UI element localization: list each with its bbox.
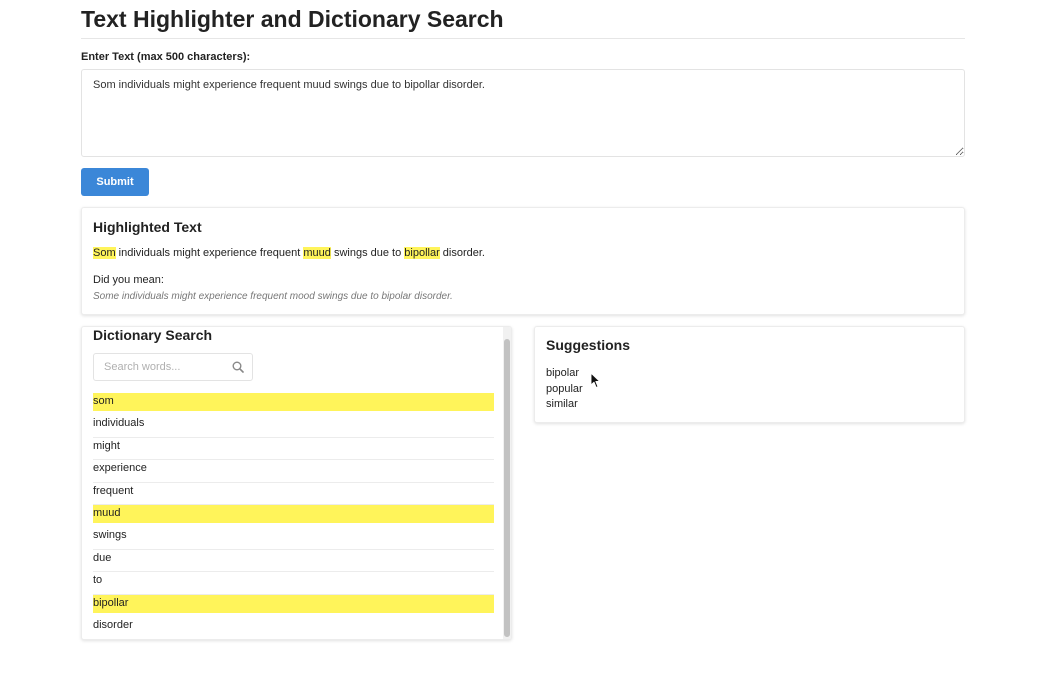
corrected-suggestion-text[interactable]: Some individuals might experience freque… <box>93 291 453 302</box>
mouse-pointer-icon <box>590 372 601 388</box>
title-divider <box>81 38 965 39</box>
dictionary-word-item[interactable]: to <box>93 572 494 595</box>
highlighted-text-card: Highlighted Text Som individuals might e… <box>81 207 965 315</box>
highlighted-word: Som <box>93 247 116 259</box>
highlighted-text-heading: Highlighted Text <box>93 219 202 235</box>
dictionary-word-item[interactable]: experience <box>93 460 494 483</box>
suggestions-list: bipolar popular similar <box>546 366 583 413</box>
dictionary-word-item[interactable]: due <box>93 550 494 573</box>
plain-text-segment: swings due to <box>330 247 405 259</box>
search-input[interactable] <box>104 360 224 374</box>
plain-text-segment: disorder. <box>439 247 485 259</box>
dictionary-word-item[interactable]: som <box>93 393 494 411</box>
submit-button[interactable]: Submit <box>81 168 149 196</box>
suggestion-item[interactable]: similar <box>546 397 583 413</box>
text-input-label: Enter Text (max 500 characters): <box>81 51 251 63</box>
did-you-mean-label: Did you mean: <box>93 274 164 286</box>
suggestion-item[interactable]: bipolar <box>546 366 583 382</box>
dictionary-search-heading: Dictionary Search <box>93 327 213 343</box>
highlighted-word: bipollar <box>404 247 440 259</box>
page-title: Text Highlighter and Dictionary Search <box>81 6 504 32</box>
highlighted-text-line: Som individuals might experience frequen… <box>93 247 485 259</box>
dictionary-word-item[interactable]: might <box>93 438 494 461</box>
suggestions-heading: Suggestions <box>546 337 631 353</box>
dictionary-scrollbar[interactable] <box>503 327 511 639</box>
dictionary-word-item[interactable]: individuals <box>93 415 494 438</box>
dictionary-word-item[interactable]: frequent <box>93 483 494 505</box>
dictionary-search-card: Dictionary Search som individualsmightexp… <box>81 326 512 640</box>
dictionary-word-item[interactable]: bipollar <box>93 594 494 613</box>
dictionary-word-item[interactable]: swings <box>93 527 494 550</box>
plain-text-segment: individuals might experience frequent <box>115 247 304 259</box>
search-box[interactable] <box>93 353 253 381</box>
search-icon[interactable] <box>232 361 244 373</box>
dictionary-scrollbar-thumb[interactable] <box>504 339 510 637</box>
dictionary-word-list: som individuals might experience frequent muu… <box>93 393 494 639</box>
dictionary-word-item[interactable]: disorder <box>93 617 494 639</box>
highlighted-word: muud <box>303 247 331 259</box>
text-input[interactable]: Som individuals might experience frequen… <box>81 69 965 157</box>
suggestion-item[interactable]: popular <box>546 382 583 398</box>
dictionary-word-item[interactable]: muud <box>93 504 494 523</box>
